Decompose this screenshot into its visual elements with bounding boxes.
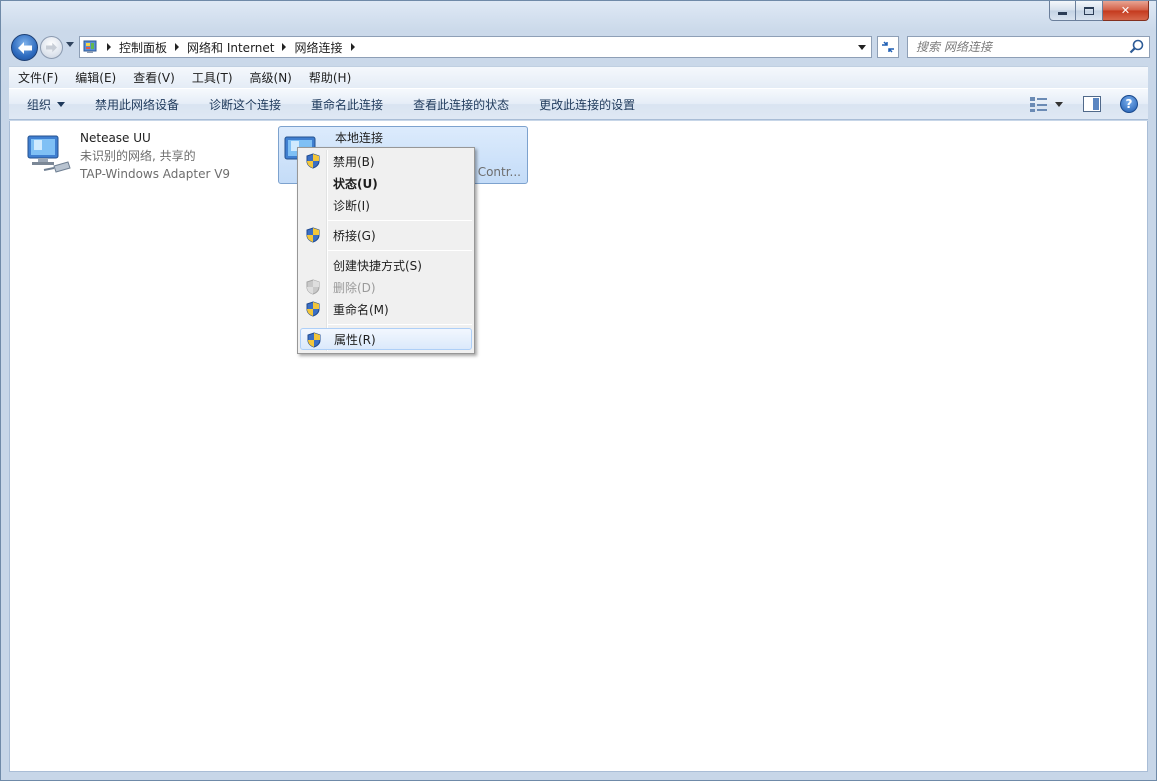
menu-separator [328,324,472,325]
maximize-button[interactable] [1076,1,1103,21]
menu-edit[interactable]: 编辑(E) [66,69,124,86]
ctx-status[interactable]: 状态(U) [300,172,472,194]
ctx-label: 重命名(M) [333,302,389,317]
ctx-properties[interactable]: 属性(R) [300,328,472,350]
help-icon[interactable]: ? [1120,95,1138,113]
search-icon[interactable] [1128,38,1146,56]
connection-status: 未识别的网络, 共享的 [80,149,196,163]
refresh-button[interactable] [877,36,899,58]
ctx-label: 属性(R) [334,332,376,347]
diagnose-connection-button[interactable]: 诊断这个连接 [194,96,296,113]
menu-view[interactable]: 查看(V) [124,69,183,86]
menu-tools[interactable]: 工具(T) [183,69,241,86]
connection-name: Netease UU [80,131,151,145]
close-button[interactable]: ✕ [1103,1,1149,21]
view-dropdown-icon[interactable] [1055,101,1063,107]
change-settings-button[interactable]: 更改此连接的设置 [524,96,650,113]
breadcrumb-separator[interactable] [282,43,287,51]
arrow-right-icon [46,42,57,53]
connection-details: Netease UU 未识别的网络, 共享的 TAP-Windows Adapt… [80,129,230,183]
uac-shield-icon [306,301,320,317]
menu-file[interactable]: 文件(F) [9,69,66,86]
breadcrumb-network-connections[interactable]: 网络连接 [294,39,342,56]
address-dropdown[interactable] [853,37,871,57]
command-bar: 组织 禁用此网络设备 诊断这个连接 重命名此连接 查看此连接的状态 更改此连接的… [9,88,1148,120]
ctx-diagnose[interactable]: 诊断(I) [300,194,472,216]
back-button[interactable] [11,34,38,61]
refresh-icon [882,41,894,53]
menu-help[interactable]: 帮助(H) [300,69,359,86]
connections-list: Netease UU 未识别的网络, 共享的 TAP-Windows Adapt… [9,121,1148,772]
disable-device-button[interactable]: 禁用此网络设备 [80,96,194,113]
ctx-label: 创建快捷方式(S) [333,258,422,273]
ctx-label: 诊断(I) [333,198,370,213]
uac-shield-icon [306,227,320,243]
organize-button[interactable]: 组织 [9,96,80,113]
ctx-label: 状态(U) [333,176,378,191]
menu-bar: 文件(F) 编辑(E) 查看(V) 工具(T) 高级(N) 帮助(H) [9,66,1148,88]
network-adapter-icon [26,132,72,178]
preview-pane-icon[interactable] [1083,96,1101,112]
ctx-delete: 删除(D) [300,276,472,298]
caption-buttons: ✕ [1049,1,1149,21]
close-icon: ✕ [1120,4,1131,17]
view-controls: ? [1029,95,1138,113]
ctx-label: 桥接(G) [333,228,376,243]
control-panel-icon [83,39,99,55]
recent-pages-dropdown[interactable] [66,42,74,47]
ctx-disable[interactable]: 禁用(B) [300,150,472,172]
ctx-label: 删除(D) [333,280,376,295]
minimize-button[interactable] [1049,1,1076,21]
connection-item-netease[interactable]: Netease UU 未识别的网络, 共享的 TAP-Windows Adapt… [22,126,272,184]
connection-device: Contr... [477,165,521,179]
context-menu: 禁用(B) 状态(U) 诊断(I) 桥接(G) 创建快捷方式(S) 删除(D) [297,147,475,354]
change-view-icon[interactable] [1029,95,1049,113]
connection-details: 本地连接 [335,129,383,147]
ctx-create-shortcut[interactable]: 创建快捷方式(S) [300,254,472,276]
search-input[interactable] [916,40,1128,54]
breadcrumb-control-panel[interactable]: 控制面板 [119,39,167,56]
organize-label: 组织 [27,97,52,112]
arrow-left-icon [17,41,32,54]
ctx-label: 禁用(B) [333,154,375,169]
connection-device: TAP-Windows Adapter V9 [80,167,231,181]
breadcrumb-network-internet[interactable]: 网络和 Internet [187,39,274,56]
menu-advanced[interactable]: 高级(N) [241,69,300,86]
search-box[interactable] [907,36,1150,58]
ctx-bridge[interactable]: 桥接(G) [300,224,472,246]
chevron-down-icon [57,101,66,107]
forward-button[interactable] [40,36,63,59]
maximize-icon [1084,6,1094,15]
breadcrumb-separator[interactable] [175,43,180,51]
navigation-bar: 控制面板 网络和 Internet 网络连接 [9,33,1150,61]
explorer-window: ✕ 控制面板 网络和 Internet 网络连接 搜索 网络连接 文件(F) 编… [0,0,1157,781]
address-bar[interactable]: 控制面板 网络和 Internet 网络连接 [79,36,872,58]
uac-shield-icon [306,279,320,295]
ctx-rename[interactable]: 重命名(M) [300,298,472,320]
breadcrumb-separator[interactable] [350,43,355,51]
minimize-icon [1058,12,1067,15]
view-status-button[interactable]: 查看此连接的状态 [398,96,524,113]
breadcrumb-separator[interactable] [107,43,111,51]
connection-name: 本地连接 [335,131,384,145]
chevron-down-icon [858,44,866,50]
menu-separator [328,220,472,221]
rename-connection-button[interactable]: 重命名此连接 [296,96,398,113]
uac-shield-icon [307,332,321,348]
uac-shield-icon [306,153,320,169]
menu-separator [328,250,472,251]
